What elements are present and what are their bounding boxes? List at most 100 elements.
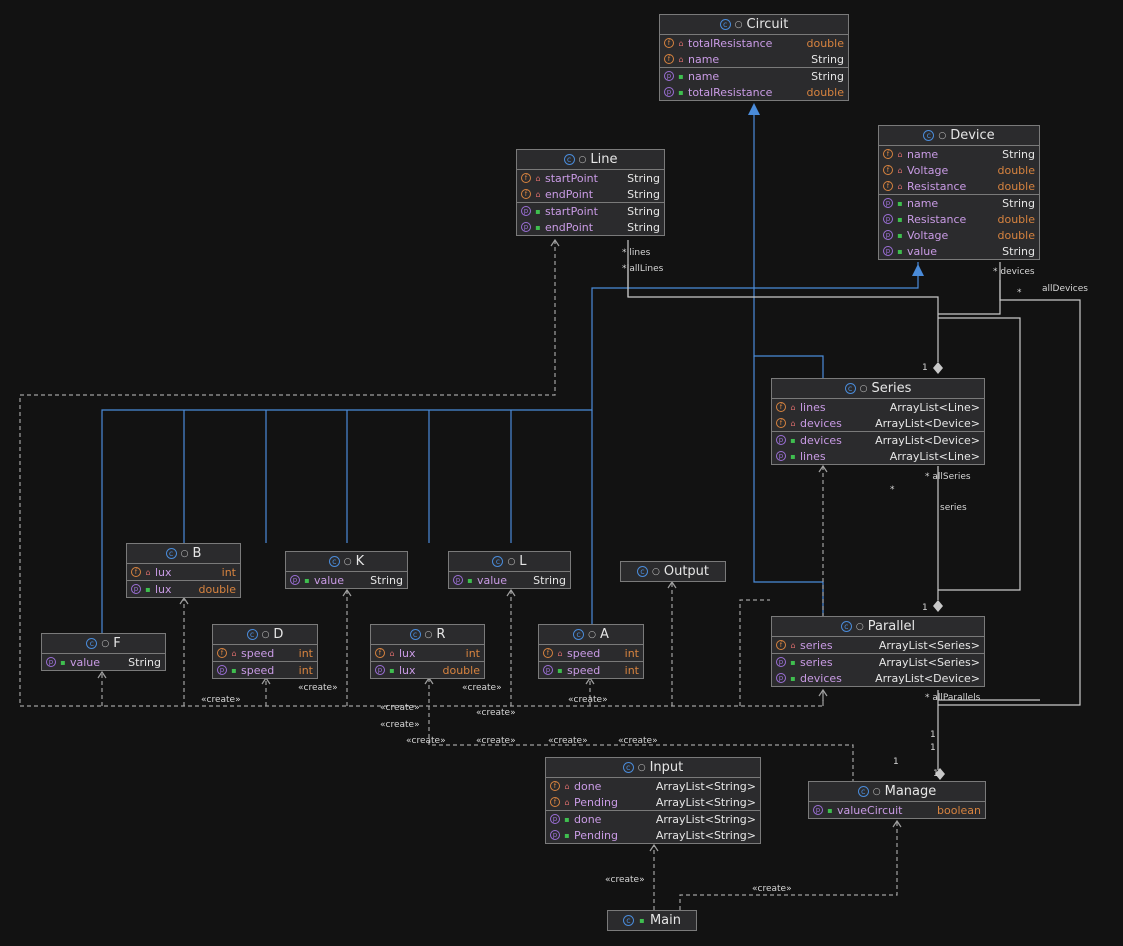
- property-type: String: [811, 69, 844, 83]
- class-name: Series: [871, 381, 912, 396]
- property-type: String: [1002, 244, 1035, 258]
- field-name: lines: [800, 400, 826, 414]
- property-row: p ▪ value String: [42, 654, 165, 670]
- class-header-device: c ○ Device: [879, 126, 1039, 146]
- relation-label-create-8: «create»: [406, 736, 446, 746]
- field-icon: f: [883, 181, 893, 191]
- property-name: value: [70, 655, 101, 669]
- field-row: f ⌂ lines ArrayList<Line>: [772, 399, 984, 415]
- field-row: f ⌂ Voltage double: [879, 162, 1039, 178]
- field-name: series: [800, 638, 833, 652]
- class-box-r[interactable]: c ○ Rf ⌂ lux int p ▪ lux double: [370, 624, 485, 679]
- field-name: speed: [567, 646, 601, 660]
- class-box-device[interactable]: c ○ Device f ⌂ name String f ⌂ Voltage double f ⌂ Res…: [878, 125, 1040, 260]
- class-box-f[interactable]: c ○ Fp ▪ value String: [41, 633, 166, 671]
- relation-label-series-one: 1: [922, 363, 928, 373]
- relation-label-alllines: * allLines: [622, 264, 664, 274]
- property-type: String: [627, 220, 660, 234]
- property-name: value: [477, 573, 508, 587]
- relation-label-allseries: * allSeries: [925, 472, 971, 482]
- property-row: p ▪ value String: [449, 572, 570, 588]
- field-section: f ⌂ speed int: [213, 645, 317, 662]
- field-type: int: [465, 646, 480, 660]
- class-box-main[interactable]: c ▪ Main: [607, 910, 697, 931]
- class-box-l[interactable]: c ○ Lp ▪ value String: [448, 551, 571, 589]
- class-header-r: c ○ R: [371, 625, 484, 645]
- relation-label-manage-one-a: 1: [893, 757, 899, 767]
- property-icon: p: [217, 665, 227, 675]
- public-lock-open-icon: ▪: [231, 665, 237, 675]
- field-type: double: [806, 36, 845, 50]
- property-icon: p: [776, 657, 786, 667]
- property-name: lines: [800, 449, 826, 463]
- static-modifier-icon: ○: [855, 621, 864, 632]
- class-box-manage[interactable]: c ○ Manage p ▪ valueCircuit boolean: [808, 781, 986, 819]
- class-box-line[interactable]: c ○ Line f ⌂ startPoint String f ⌂ endPoint String…: [516, 149, 665, 236]
- property-type: double: [442, 663, 481, 677]
- property-row: p ▪ Resistance double: [879, 211, 1039, 227]
- property-icon: p: [664, 71, 674, 81]
- property-name: lux: [399, 663, 416, 677]
- relation-label-lines-mult: * lines: [622, 248, 651, 258]
- class-icon: c: [563, 154, 575, 165]
- relation-label-manage-one-d: 1: [933, 769, 939, 779]
- field-section: f ⌂ speed int: [539, 645, 643, 662]
- private-lock-icon: ⌂: [145, 567, 151, 577]
- class-box-series[interactable]: c ○ Series f ⌂ lines ArrayList<Line> f ⌂ devices A…: [771, 378, 985, 465]
- property-row: p ▪ totalResistance double: [660, 84, 848, 100]
- composition-diamond-series: [933, 362, 943, 374]
- property-icon: p: [550, 814, 560, 824]
- property-row: p ▪ value String: [286, 572, 407, 588]
- property-icon: p: [131, 584, 141, 594]
- field-icon: f: [883, 165, 893, 175]
- field-row: f ⌂ series ArrayList<Series>: [772, 637, 984, 653]
- class-box-a[interactable]: c ○ Af ⌂ speed int p ▪ speed int: [538, 624, 644, 679]
- property-type: int: [298, 663, 313, 677]
- property-name: valueCircuit: [837, 803, 903, 817]
- relation-label-devices-mult: * devices: [993, 267, 1035, 277]
- property-type: ArrayList<Series>: [878, 655, 980, 669]
- private-lock-icon: ⌂: [897, 165, 903, 175]
- class-name: K: [355, 554, 365, 569]
- private-lock-icon: ⌂: [790, 402, 796, 412]
- static-modifier-icon: ○: [180, 548, 189, 559]
- property-icon: p: [521, 222, 531, 232]
- field-icon: f: [543, 648, 553, 658]
- class-box-k[interactable]: c ○ Kp ▪ value String: [285, 551, 408, 589]
- field-icon: f: [550, 781, 560, 791]
- class-box-d[interactable]: c ○ Df ⌂ speed int p ▪ speed int: [212, 624, 318, 679]
- class-header-l: c ○ L: [449, 552, 570, 572]
- field-name: lux: [155, 565, 172, 579]
- property-icon: p: [776, 673, 786, 683]
- property-type: String: [370, 573, 403, 587]
- property-icon: p: [776, 435, 786, 445]
- relation-label-parallel-one: 1: [922, 603, 928, 613]
- class-box-b[interactable]: c ○ Bf ⌂ lux int p ▪ lux double: [126, 543, 241, 598]
- private-lock-icon: ⌂: [564, 797, 570, 807]
- private-lock-icon: ⌂: [535, 173, 541, 183]
- field-row: f ⌂ lux int: [127, 564, 240, 580]
- property-type: boolean: [937, 803, 981, 817]
- property-icon: p: [664, 87, 674, 97]
- property-name: lux: [155, 582, 172, 596]
- property-section: p ▪ name String p ▪ totalResistance double: [660, 68, 848, 100]
- public-lock-open-icon: ▪: [564, 814, 570, 824]
- dependency-line-parallel: [739, 599, 770, 706]
- property-type: ArrayList<String>: [655, 812, 756, 826]
- field-icon: f: [521, 189, 531, 199]
- relation-label-allparallels: * allParallels: [925, 693, 981, 703]
- composition-diamond-parallel: [933, 600, 943, 612]
- property-name: devices: [800, 671, 842, 685]
- public-lock-open-icon: ▪: [564, 830, 570, 840]
- class-box-circuit[interactable]: c ○ Circuit f ⌂ totalResistance double f ⌂ name St…: [659, 14, 849, 101]
- class-box-input[interactable]: c ○ Input f ⌂ done ArrayList<String> f ⌂ Pending A…: [545, 757, 761, 844]
- class-box-output[interactable]: c ○ Output: [620, 561, 726, 582]
- field-row: f ⌂ speed int: [213, 645, 317, 661]
- property-section: p ▪ value String: [449, 572, 570, 588]
- class-box-parallel[interactable]: c ○ Parallel f ⌂ series ArrayList<Series> p ▪ ser…: [771, 616, 985, 687]
- field-type: double: [997, 163, 1036, 177]
- property-type: String: [128, 655, 161, 669]
- field-row: f ⌂ name String: [660, 51, 848, 67]
- class-icon: c: [844, 383, 856, 394]
- class-icon: c: [86, 638, 98, 649]
